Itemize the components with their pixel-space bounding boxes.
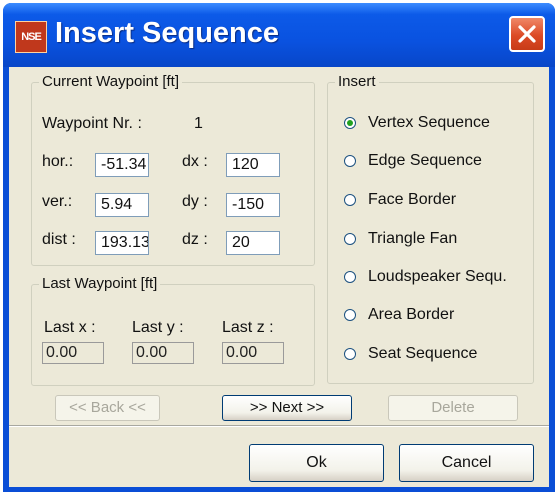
- next-button[interactable]: >> Next >>: [222, 395, 352, 421]
- radio-label: Edge Sequence: [368, 152, 482, 169]
- radio-label: Seat Sequence: [368, 345, 478, 362]
- close-icon: [518, 25, 536, 43]
- dist-input[interactable]: 193.13: [95, 231, 149, 255]
- title-bar[interactable]: NSE Insert Sequence: [3, 3, 555, 67]
- radio-button[interactable]: [344, 233, 356, 245]
- dist-label: dist :: [42, 231, 76, 248]
- radio-button[interactable]: [344, 348, 356, 360]
- waypoint-nr-value: 1: [194, 115, 203, 132]
- delete-button[interactable]: Delete: [388, 395, 518, 421]
- footer-divider: [9, 425, 549, 427]
- insert-group: Insert Vertex Sequence Edge Sequence Fac…: [327, 73, 534, 384]
- radio-button[interactable]: [344, 194, 356, 206]
- dz-label: dz :: [182, 231, 208, 248]
- current-waypoint-group: Current Waypoint [ft] Waypoint Nr. : 1 h…: [31, 73, 315, 266]
- window-title: Insert Sequence: [55, 17, 280, 49]
- last-x-field: 0.00: [42, 342, 104, 364]
- dialog-body: Current Waypoint [ft] Waypoint Nr. : 1 h…: [9, 67, 549, 487]
- radio-label: Face Border: [368, 191, 457, 208]
- close-button[interactable]: [509, 16, 545, 52]
- last-waypoint-legend: Last Waypoint [ft]: [39, 275, 161, 292]
- radio-button[interactable]: [344, 309, 356, 321]
- insert-legend: Insert: [335, 73, 379, 90]
- last-x-label: Last x :: [44, 319, 96, 336]
- dy-input[interactable]: -150: [226, 193, 280, 217]
- ok-button[interactable]: Ok: [249, 444, 384, 482]
- radio-label: Vertex Sequence: [368, 114, 490, 131]
- radio-label: Loudspeaker Sequ.: [368, 268, 507, 285]
- last-z-label: Last z :: [222, 319, 274, 336]
- radio-label: Triangle Fan: [368, 230, 458, 247]
- dy-label: dy :: [182, 193, 208, 210]
- dx-input[interactable]: 120: [226, 153, 280, 177]
- radio-button-selected[interactable]: [344, 117, 356, 129]
- back-button[interactable]: << Back <<: [55, 395, 160, 421]
- dz-input[interactable]: 20: [226, 231, 280, 255]
- app-icon: NSE: [15, 21, 47, 53]
- ver-input[interactable]: 5.94: [95, 193, 149, 217]
- ver-label: ver.:: [42, 193, 73, 210]
- dx-label: dx :: [182, 153, 208, 170]
- last-z-field: 0.00: [222, 342, 284, 364]
- last-y-label: Last y :: [132, 319, 184, 336]
- radio-button[interactable]: [344, 271, 356, 283]
- cancel-button[interactable]: Cancel: [399, 444, 534, 482]
- hor-input[interactable]: -51.34: [95, 153, 149, 177]
- waypoint-nr-label: Waypoint Nr. :: [42, 115, 142, 132]
- radio-button[interactable]: [344, 155, 356, 167]
- last-y-field: 0.00: [132, 342, 194, 364]
- radio-label: Area Border: [368, 306, 455, 323]
- hor-label: hor.:: [42, 153, 74, 170]
- last-waypoint-group: Last Waypoint [ft] Last x : Last y : Las…: [31, 275, 315, 386]
- dialog-window: NSE Insert Sequence Current Waypoint [ft…: [3, 3, 555, 492]
- current-waypoint-legend: Current Waypoint [ft]: [39, 73, 182, 90]
